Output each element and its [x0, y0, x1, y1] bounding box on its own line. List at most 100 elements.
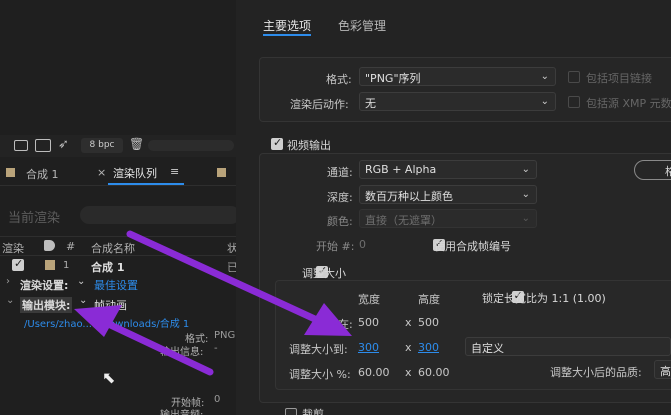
output-path[interactable]: /Users/zhao...o/Downloads/合成 1 [24, 315, 189, 330]
use-comp-frame-label: 使用合成帧编号 [434, 240, 511, 253]
post-render-select[interactable]: 无 ⌄ [359, 92, 556, 111]
output-module-label: 输出模块: [20, 297, 73, 313]
post-render-select-value: 无 [365, 97, 376, 110]
resize-pct-label: 调整大小 %: [289, 368, 351, 381]
include-project-link-checkbox[interactable] [568, 71, 580, 83]
expand-render-settings-icon[interactable]: › [6, 276, 10, 287]
format-value: PNG [214, 330, 236, 341]
project-toolbar: ➶ 8 bpc 🗑 [0, 135, 236, 157]
crop-label: 裁剪 [302, 408, 324, 415]
active-tab-underline [263, 34, 311, 36]
chevron-down-icon: ⌄ [521, 213, 530, 224]
crop-checkbox[interactable] [285, 408, 297, 415]
mouse-cursor-icon: ⬉ [102, 368, 116, 387]
output-info-label: 输出信息: [160, 347, 204, 358]
format-options-button[interactable]: 格 [634, 160, 671, 180]
start-number-label: 开始 #: [316, 240, 355, 253]
resize-to-width[interactable]: 300 [358, 341, 379, 354]
close-icon[interactable]: × [97, 166, 106, 179]
render-at-width: 500 [358, 316, 379, 329]
render-icon[interactable]: ➶ [58, 137, 69, 152]
resize-to-x: x [405, 341, 412, 354]
row-num: 1 [63, 260, 70, 271]
depth-select[interactable]: 数百万种以上颜色 ⌄ [359, 185, 537, 204]
comp-tab-icon [6, 168, 15, 177]
tab-comp1[interactable]: 合成 1 [26, 166, 59, 182]
quality-label: 调整大小后的品质: [550, 366, 642, 379]
channels-select[interactable]: RGB + Alpha ⌄ [359, 160, 537, 179]
resize-preset-value: 自定义 [471, 342, 504, 355]
queue-column-header: 渲染 # 合成名称 状 [0, 236, 236, 256]
start-number-value[interactable]: 0 [359, 238, 366, 251]
resize-pct-width[interactable]: 60.00 [358, 366, 390, 379]
tab-render-queue[interactable]: 渲染队列 [113, 165, 157, 181]
channels-label: 通道: [327, 166, 353, 179]
resize-label: 调整大小 [302, 267, 346, 280]
render-queue-panel: ➶ 8 bpc 🗑 合成 1 × 渲染队列 ≡ 当前渲染 渲染 # 合成名称 状… [0, 0, 236, 415]
render-at-label: 渲染在: [316, 318, 353, 331]
format-label: 格式: [326, 73, 352, 86]
comp-tab-icon-2 [217, 168, 226, 177]
resize-pct-height[interactable]: 60.00 [418, 366, 450, 379]
render-at-x: x [405, 316, 412, 329]
lock-ratio-label: 锁定长宽比为 1:1 (1.00) [482, 292, 606, 305]
chevron-down-icon: ⌄ [521, 164, 530, 175]
chevron-down-icon: ⌄ [521, 189, 530, 200]
tab-color-management[interactable]: 色彩管理 [338, 17, 386, 34]
tag-icon[interactable] [44, 240, 55, 251]
output-info-value: - [214, 343, 218, 354]
tab-main-options[interactable]: 主要选项 [263, 17, 311, 34]
folder-icon[interactable] [14, 140, 28, 151]
channels-select-value: RGB + Alpha [365, 163, 437, 176]
quality-select-value: 高 [660, 365, 671, 378]
resize-to-height[interactable]: 300 [418, 341, 439, 354]
render-settings-value[interactable]: 最佳设置 [94, 277, 138, 293]
collapse-output-module-icon[interactable]: ⌄ [6, 295, 14, 306]
video-output-label: 视频输出 [287, 139, 331, 152]
row-comp-name[interactable]: 合成 1 [91, 259, 124, 275]
output-module-dropdown[interactable]: ⌄ [79, 295, 87, 306]
height-header: 高度 [418, 293, 440, 306]
panel-menu-icon[interactable]: ≡ [170, 165, 179, 178]
format-options-button-label: 格 [665, 165, 671, 178]
width-header: 宽度 [358, 293, 380, 306]
panel-tabs: 合成 1 × 渲染队列 ≡ [0, 160, 236, 186]
color-select[interactable]: 直接（无遮罩） ⌄ [359, 209, 537, 228]
output-module-value[interactable]: 帧动画 [94, 297, 127, 313]
start-frame-value: 0 [214, 394, 221, 405]
current-render-label: 当前渲染 [8, 211, 61, 226]
label-color-swatch[interactable] [45, 260, 55, 270]
col-num[interactable]: # [66, 240, 75, 253]
resize-preset-select[interactable]: 自定义 [465, 337, 671, 356]
format-select[interactable]: "PNG"序列 ⌄ [359, 67, 556, 86]
render-settings-dropdown[interactable]: ⌄ [77, 276, 85, 287]
render-settings-label: 渲染设置: [20, 279, 69, 292]
col-render[interactable]: 渲染 [2, 240, 24, 256]
depth-select-value: 数百万种以上颜色 [365, 190, 453, 203]
scrollbar-track[interactable] [148, 140, 234, 151]
col-status[interactable]: 状 [227, 240, 236, 256]
video-output-checkbox[interactable] [271, 136, 283, 150]
color-select-value: 直接（无遮罩） [365, 214, 442, 227]
chevron-down-icon: ⌄ [540, 96, 549, 107]
depth-label: 深度: [327, 191, 353, 204]
color-depth-button[interactable]: 8 bpc [81, 138, 123, 153]
trash-icon[interactable]: 🗑 [129, 137, 144, 151]
resize-pct-x: x [405, 366, 412, 379]
resize-to-label: 调整大小到: [289, 343, 348, 356]
output-module-settings-dialog: 主要选项 色彩管理 格式: "PNG"序列 ⌄ 包括项目链接 渲染后动作: 无 … [236, 0, 671, 415]
format-select-value: "PNG"序列 [365, 72, 421, 85]
color-label: 颜色: [327, 215, 353, 228]
include-project-link-label: 包括项目链接 [586, 72, 652, 85]
row-status: 已 [227, 261, 236, 274]
include-xmp-label: 包括源 XMP 元数 [586, 97, 671, 110]
col-comp-name[interactable]: 合成名称 [91, 240, 135, 256]
current-render-bar [80, 206, 236, 224]
active-tab-underline [108, 183, 184, 185]
chevron-down-icon: ⌄ [540, 71, 549, 82]
output-audio-label: 输出音频: [160, 406, 203, 415]
quality-select[interactable]: 高 [654, 360, 671, 379]
include-xmp-checkbox[interactable] [568, 96, 580, 108]
render-checkbox[interactable] [12, 257, 24, 271]
composition-icon[interactable] [35, 139, 51, 152]
